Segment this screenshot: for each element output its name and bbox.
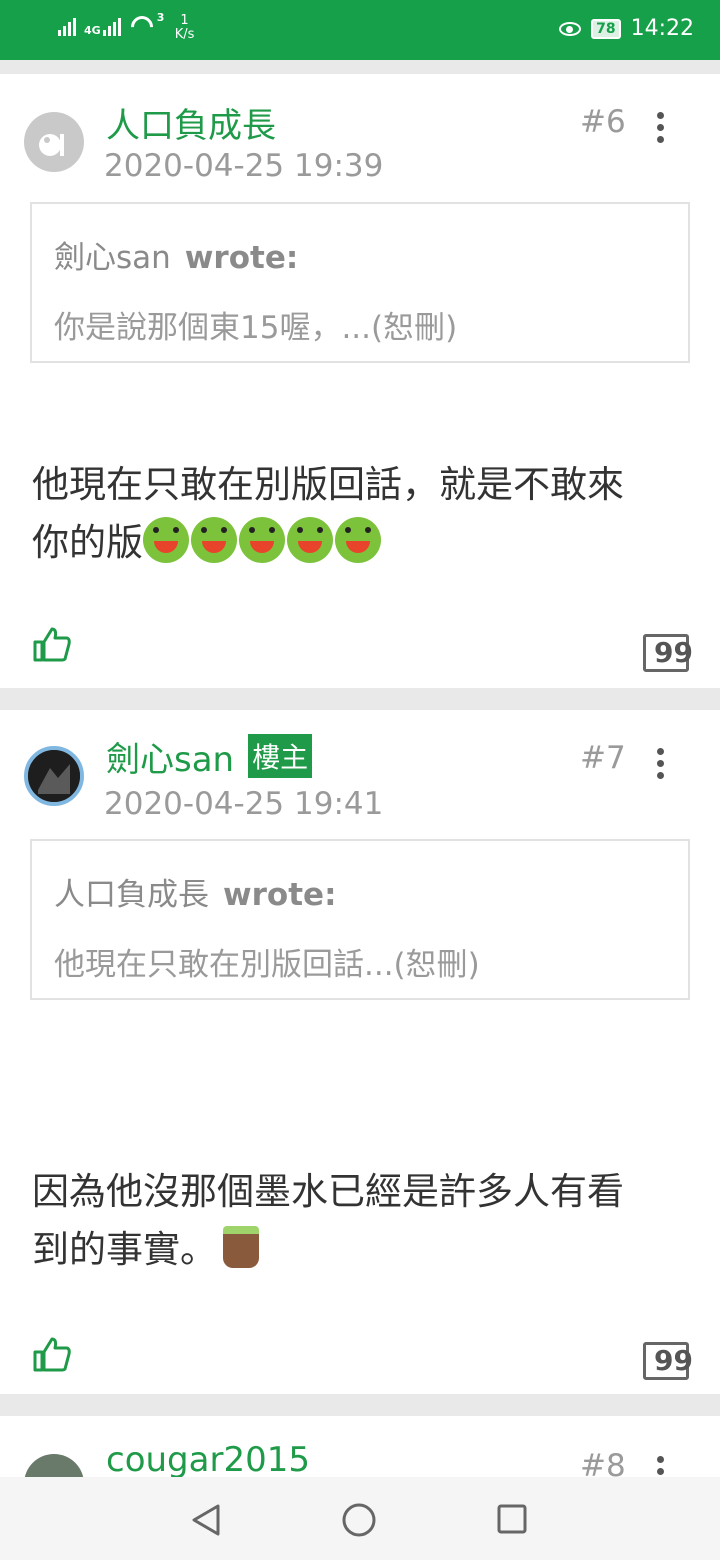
thumbs-up-icon[interactable]: [32, 1336, 72, 1372]
thumbs-up-icon[interactable]: [32, 626, 72, 662]
signal-icon: [58, 14, 76, 36]
network-speed: 1 K/s: [174, 13, 195, 42]
avatar[interactable]: [24, 1454, 84, 1477]
back-triangle-icon[interactable]: [190, 1503, 222, 1541]
floor-number: #6: [580, 104, 626, 140]
post-7: 劍心san 樓主 2020-04-25 19:41 #7 人口負成長 wrote: …: [0, 710, 720, 1394]
clock: 14:22: [630, 16, 694, 41]
post-6: 人口負成長 2020-04-25 19:39 #6 劍心san wrote: 你是…: [0, 74, 720, 688]
bucket-emoji: [223, 1226, 259, 1268]
home-circle-icon[interactable]: [342, 1503, 376, 1541]
quote-text: 你是說那個東15喔，...(恕刪): [54, 310, 458, 346]
more-vertical-icon[interactable]: [657, 1456, 671, 1477]
battery-icon: 78: [591, 18, 621, 39]
username[interactable]: 人口負成長: [106, 98, 276, 147]
recents-square-icon[interactable]: [496, 1503, 528, 1539]
eye-comfort-icon: [559, 21, 582, 36]
floor-number: #8: [580, 1448, 626, 1477]
data-count: 3: [156, 11, 165, 24]
post-date: 2020-04-25 19:41: [104, 786, 384, 822]
more-vertical-icon[interactable]: [657, 112, 671, 148]
post-date: 2020-04-25 19:39: [104, 148, 384, 184]
signal-icon-2: [102, 14, 121, 36]
post-8: cougar2015 #8: [0, 1416, 720, 1477]
quote-author: 劍心san wrote:: [54, 240, 299, 276]
quote-block[interactable]: 人口負成長 wrote: 他現在只敢在別版回話...(恕刪): [30, 839, 690, 1000]
wifi-icon: 3: [126, 11, 164, 43]
floor-number: #7: [580, 740, 626, 776]
quote-reply-icon[interactable]: 99: [643, 634, 693, 672]
system-nav-bar: [0, 1477, 720, 1560]
status-bar: 4G 3 1 K/s 78 14:22: [0, 0, 720, 60]
avatar[interactable]: [24, 112, 84, 172]
quote-block[interactable]: 劍心san wrote: 你是說那個東15喔，...(恕刪): [30, 202, 690, 363]
network-type: 4G: [84, 24, 101, 37]
more-vertical-icon[interactable]: [657, 748, 671, 784]
smile-emoji: [143, 517, 383, 564]
quote-text: 他現在只敢在別版回話...(恕刪): [54, 947, 480, 983]
author-badge: 樓主: [248, 734, 313, 778]
quote-reply-icon[interactable]: 99: [643, 1342, 693, 1380]
avatar[interactable]: [24, 746, 84, 806]
quote-author: 人口負成長 wrote:: [54, 877, 337, 913]
username[interactable]: 劍心san 樓主: [106, 732, 313, 781]
post-content: 他現在只敢在別版回話，就是不敢來 你的版: [32, 463, 624, 564]
post-content: 因為他沒那個墨水已經是許多人有看 到的事實。: [32, 1170, 624, 1271]
username[interactable]: cougar2015: [106, 1440, 310, 1477]
